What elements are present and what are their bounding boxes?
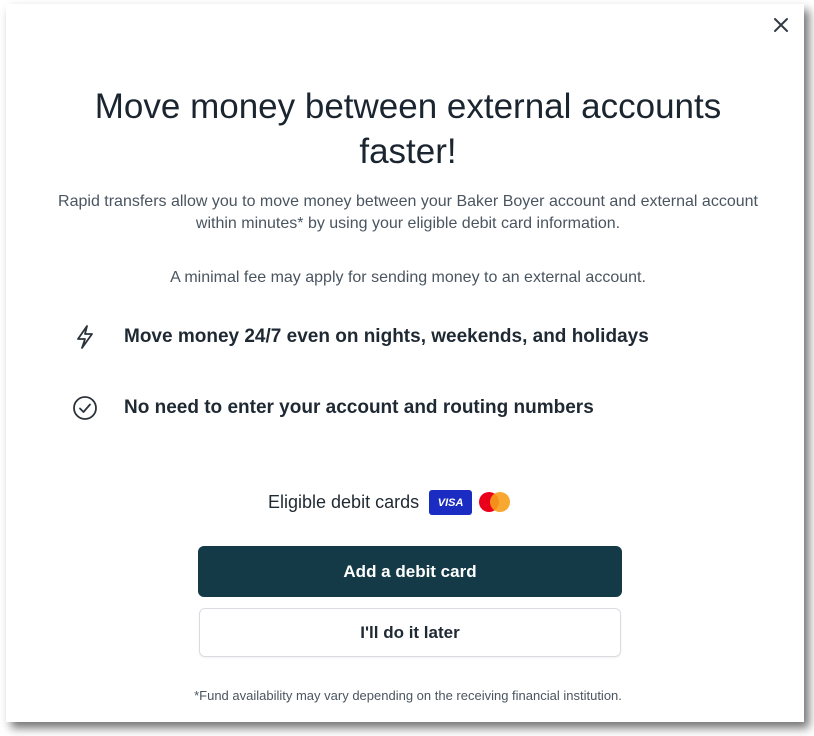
feature-text: Move money 24/7 even on nights, weekends…: [124, 326, 649, 347]
check-circle-icon: [70, 393, 100, 423]
fee-note: A minimal fee may apply for sending mone…: [170, 269, 646, 286]
feature-item-24-7: Move money 24/7 even on nights, weekends…: [70, 322, 649, 352]
visa-logo-icon: VISA: [429, 490, 473, 515]
feature-item-no-routing: No need to enter your account and routin…: [70, 393, 594, 423]
eligible-cards-label: Eligible debit cards: [268, 492, 420, 512]
screen: Move money between external accounts fas…: [0, 0, 814, 736]
close-icon: [774, 18, 788, 32]
eligible-cards-row: Eligible debit cards VISA: [268, 490, 511, 515]
footnote: *Fund availability may vary depending on…: [194, 688, 622, 703]
mastercard-logo-icon: [479, 490, 511, 515]
add-debit-card-button[interactable]: Add a debit card: [198, 546, 622, 597]
intro-text: Rapid transfers allow you to move money …: [58, 193, 758, 232]
dialog-title: Move money between external accounts fas…: [94, 87, 722, 171]
feature-text: No need to enter your account and routin…: [124, 397, 594, 418]
do-it-later-button[interactable]: I'll do it later: [199, 608, 621, 657]
lightning-icon: [70, 322, 100, 352]
rapid-transfer-dialog: Move money between external accounts fas…: [6, 4, 804, 722]
close-button[interactable]: [770, 14, 792, 36]
